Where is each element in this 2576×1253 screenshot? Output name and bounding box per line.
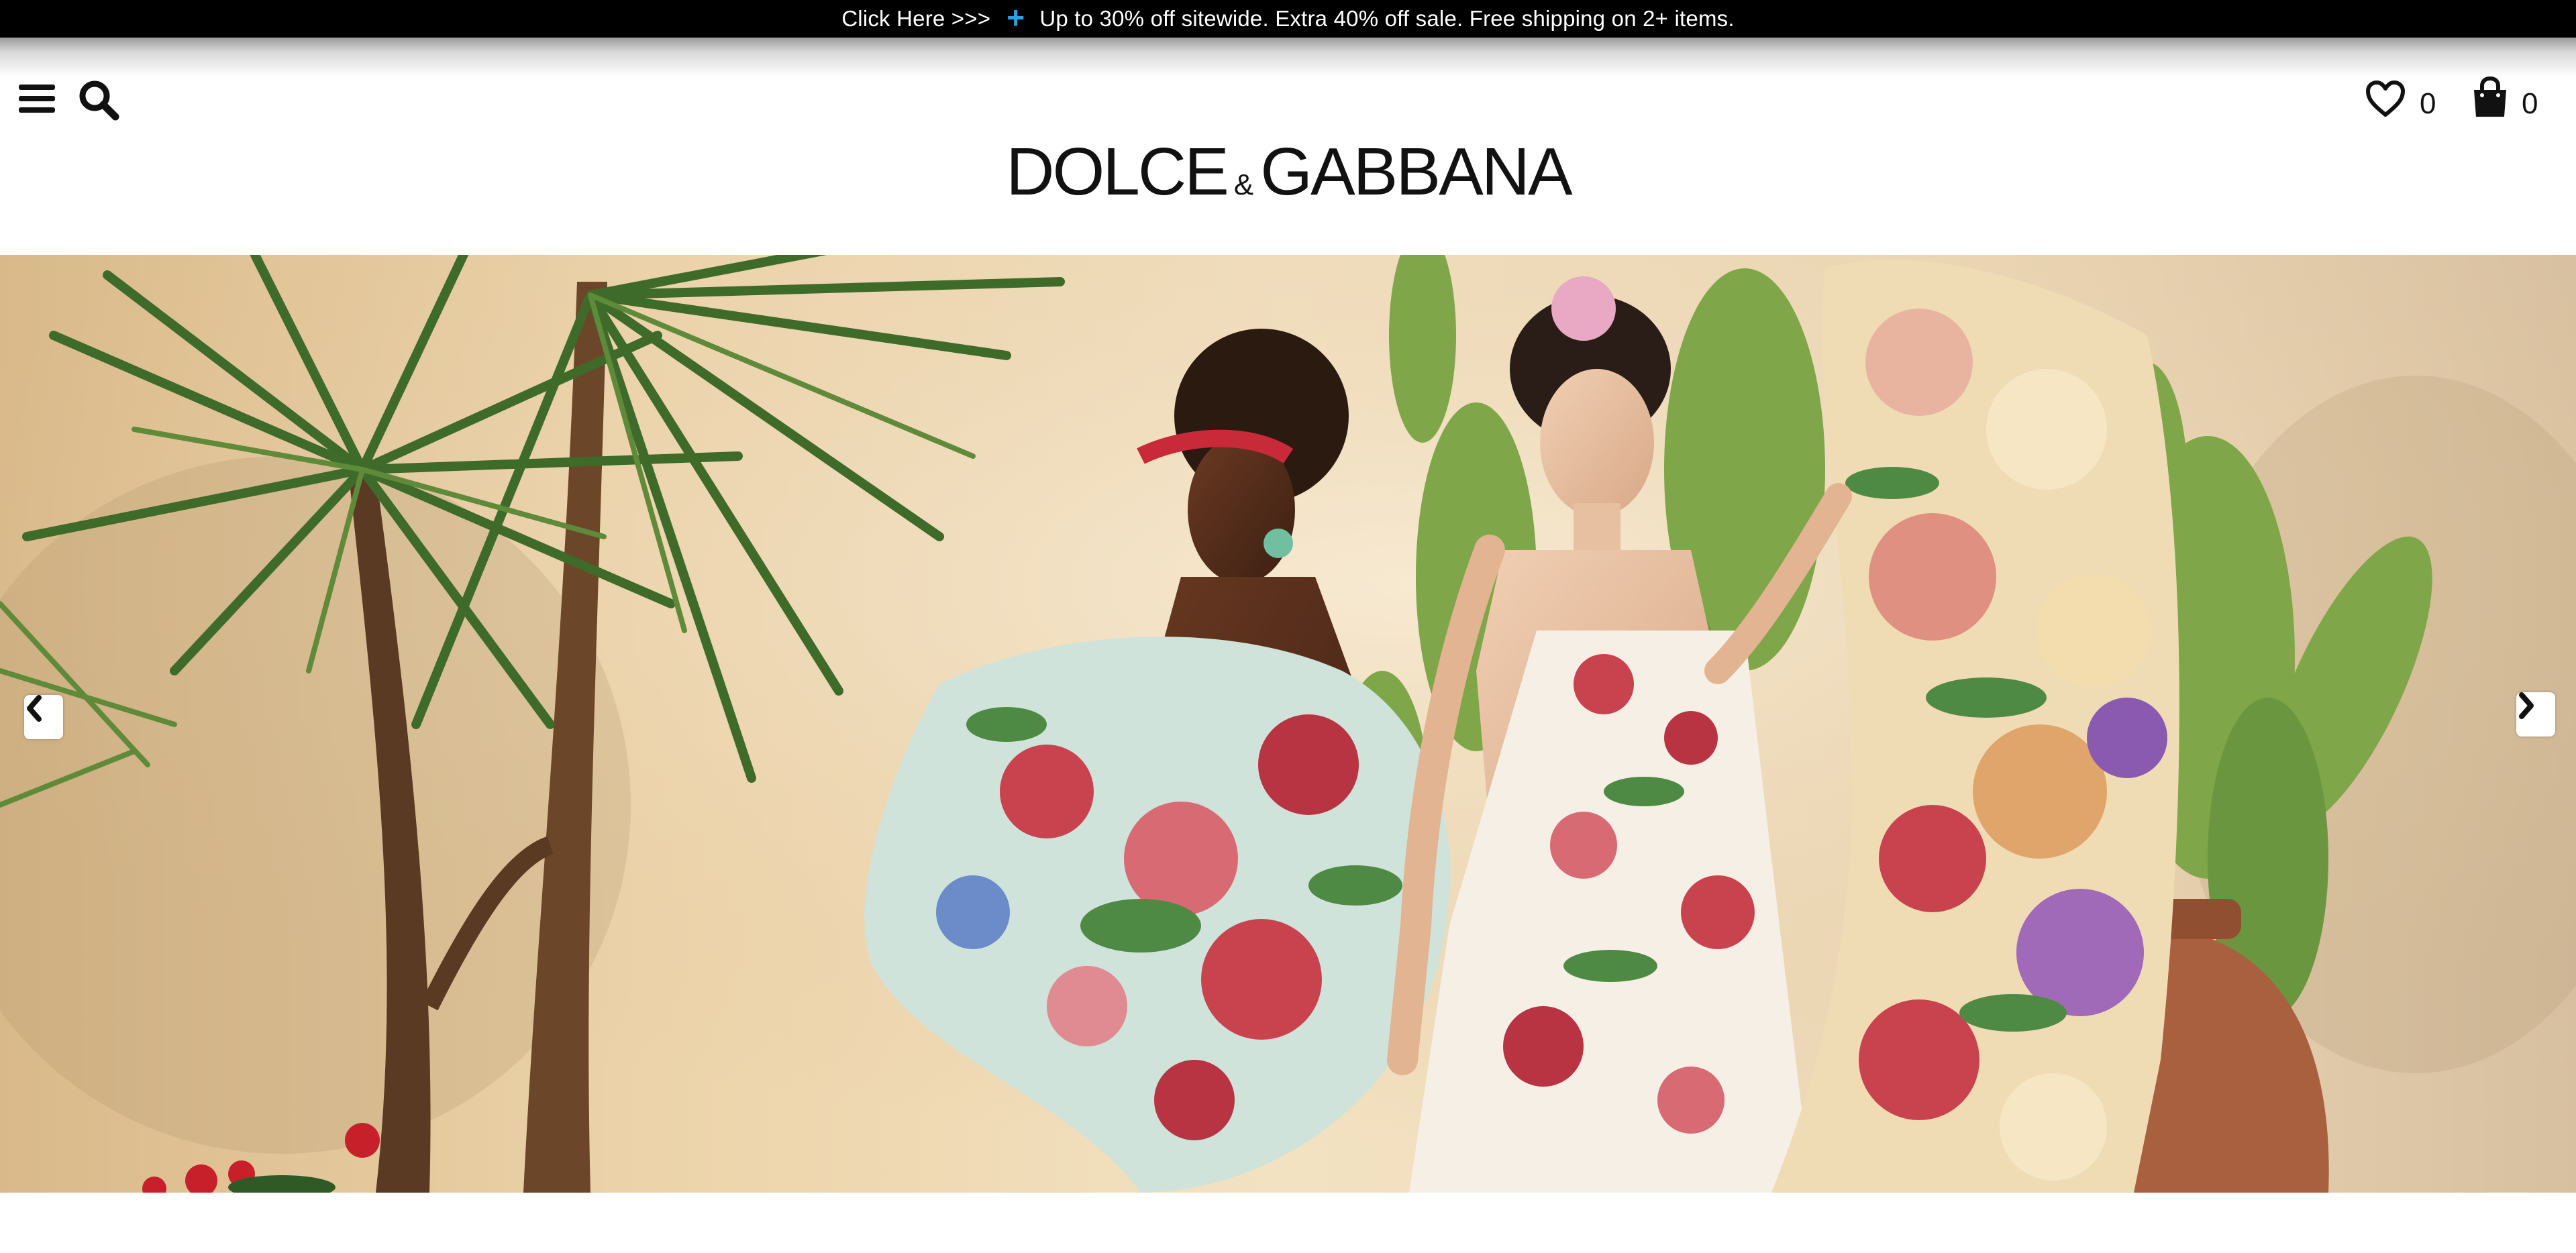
site-header: DOLCE & GABBANA 0 0 (0, 38, 2576, 255)
shopping-bag-icon (2474, 76, 2506, 117)
plus-icon: + (1007, 0, 1025, 35)
promo-link[interactable]: Click Here >>> (841, 6, 990, 32)
search-icon (79, 80, 119, 121)
logo-dolce: DOLCE (1006, 134, 1229, 209)
promo-message: Up to 30% off sitewide. Extra 40% off sa… (1039, 6, 1735, 31)
chevron-left-icon (27, 695, 42, 722)
brand-logo[interactable]: DOLCE & GABBANA (973, 138, 1604, 205)
logo-amp: & (1233, 168, 1254, 201)
carousel-prev-button[interactable] (24, 695, 63, 739)
menu-icon (19, 85, 55, 113)
heart-icon (2366, 80, 2405, 117)
promo-bar: Click Here >>> + Up to 30% off sitewide.… (0, 0, 2576, 38)
chevron-right-icon (2519, 692, 2534, 719)
wishlist-count: 0 (2420, 87, 2436, 120)
hero-banner[interactable] (0, 255, 2576, 1193)
wishlist-button[interactable] (2362, 75, 2409, 122)
shopping-bag-button[interactable] (2467, 72, 2514, 122)
carousel-next-button[interactable] (2516, 692, 2555, 737)
search-button[interactable] (75, 76, 122, 123)
bag-count: 0 (2522, 87, 2538, 120)
logo-gabbana: GABBANA (1260, 134, 1572, 209)
hero-image (0, 255, 2576, 1193)
menu-button[interactable] (15, 76, 59, 121)
